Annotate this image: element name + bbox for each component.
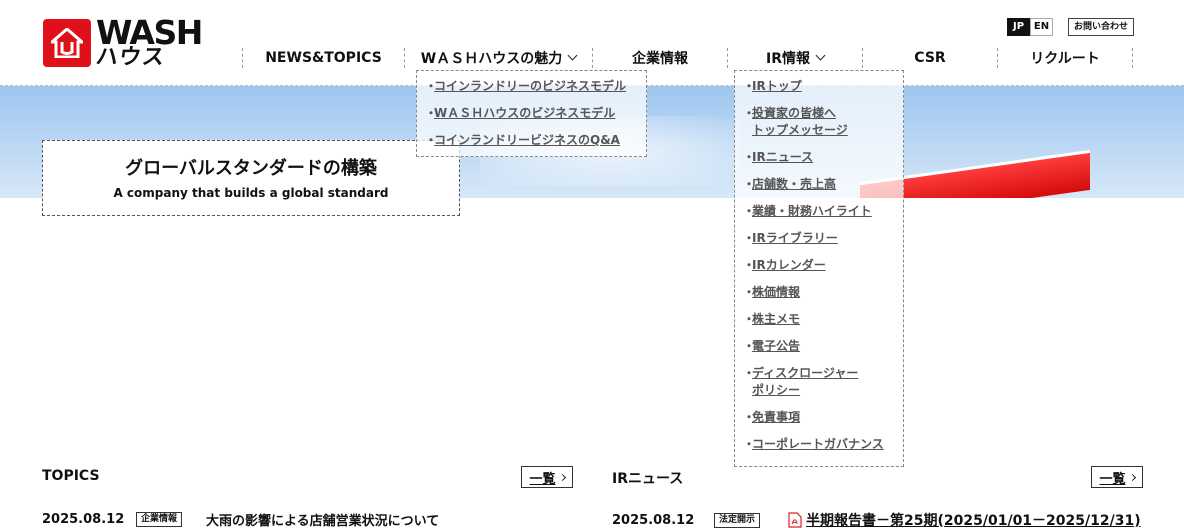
dropdown-item[interactable]: ・ IRトップ (743, 78, 903, 95)
nav-label: CSR (914, 50, 946, 66)
dropdown-item[interactable]: ・株価情報 (743, 284, 903, 301)
topics-list-item[interactable]: 2025.08.12 企業情報 大雨の影響による店舗営業状況について (42, 510, 439, 528)
dropdown-item[interactable]: ・ IRカレンダー (743, 257, 903, 274)
language-switch: JP EN (1007, 18, 1053, 36)
lang-jp-button[interactable]: JP (1007, 18, 1030, 36)
dropdown-item[interactable]: ・ IRライブラリー (743, 230, 903, 247)
dropdown-item[interactable]: ・コインランドリーのビジネスモデル (425, 78, 646, 95)
logo[interactable]: WASH ハウス (43, 16, 203, 70)
topics-more-button[interactable]: 一覧 (521, 466, 573, 488)
news-title: 大雨の影響による店舗営業状況について (206, 514, 440, 528)
irnews-more-button[interactable]: 一覧 (1091, 466, 1143, 488)
dropdown-item[interactable]: ・店舗数・売上高 (743, 176, 903, 193)
nav-news-topics[interactable]: NEWS&TOPICS (242, 48, 404, 68)
hero-title-box: グローバルスタンダードの構築 A company that builds a g… (42, 140, 460, 216)
nav-label: 企業情報 (632, 51, 688, 67)
news-date: 2025.08.12 (612, 512, 695, 528)
irnews-heading: IRニュース (612, 471, 684, 487)
nav-csr[interactable]: CSR (862, 48, 997, 68)
lang-en-button[interactable]: EN (1030, 18, 1053, 36)
topics-heading: TOPICS (42, 468, 100, 484)
chevron-down-icon (815, 50, 826, 61)
wash-appeal-dropdown: ・コインランドリーのビジネスモデル ・ WＡＳＨハウスのビジネスモデル ・コインラ… (416, 70, 647, 157)
dropdown-item[interactable]: ・投資家の皆様へ トップメッセージ (743, 105, 903, 139)
hero-title: グローバルスタンダードの構築 (125, 158, 377, 179)
chevron-right-icon (558, 473, 566, 481)
nav-company[interactable]: 企業情報 (592, 48, 727, 68)
news-title-link: 半期報告書－第25期(2025/01/01－2025/12/31) (806, 513, 1141, 528)
logo-wordmark-kana: ハウス (94, 45, 167, 70)
news-date: 2025.08.12 (42, 512, 125, 527)
dropdown-item[interactable]: ・免責事項 (743, 409, 903, 426)
irnews-list-item[interactable]: 2025.08.12 法定開示 半期報告書－第25期(2025/01/01－20… (612, 510, 1141, 528)
nav-label: IR情報 (766, 51, 810, 67)
dropdown-item[interactable]: ・コインランドリービジネスのQ&A (425, 132, 646, 149)
global-nav: NEWS&TOPICS WＡＳＨハウスの魅力 企業情報 IR情報 CSR リクル… (242, 48, 1133, 68)
category-badge: 企業情報 (136, 512, 183, 527)
chevron-down-icon (567, 50, 578, 61)
house-logo-icon (43, 19, 91, 67)
nav-ir[interactable]: IR情報 (727, 48, 862, 68)
chevron-right-icon (1128, 473, 1136, 481)
nav-wash-appeal[interactable]: WＡＳＨハウスの魅力 (404, 48, 592, 68)
category-badge: 法定開示 (714, 512, 761, 528)
nav-label: リクルート (1030, 51, 1100, 67)
pdf-icon (788, 512, 802, 528)
nav-label: NEWS&TOPICS (265, 50, 382, 66)
dropdown-item[interactable]: ・ディスクロージャー ポリシー (743, 365, 903, 399)
dropdown-item[interactable]: ・コーポレートガバナンス (743, 436, 903, 453)
nav-label: WＡＳＨハウスの魅力 (420, 51, 563, 67)
ir-dropdown: ・ IRトップ ・投資家の皆様へ トップメッセージ ・ IRニュース ・店舗数・売上高… (734, 70, 904, 467)
dropdown-item[interactable]: ・電子公告 (743, 338, 903, 355)
hero-subtitle: A company that builds a global standard (113, 186, 389, 200)
nav-recruit[interactable]: リクルート (997, 48, 1133, 68)
dropdown-item[interactable]: ・ WＡＳＨハウスのビジネスモデル (425, 105, 646, 122)
contact-button[interactable]: お問い合わせ (1068, 18, 1135, 36)
dropdown-item[interactable]: ・株主メモ (743, 311, 903, 328)
dropdown-item[interactable]: ・ IRニュース (743, 149, 903, 166)
dropdown-item[interactable]: ・業績・財務ハイライト (743, 203, 903, 220)
